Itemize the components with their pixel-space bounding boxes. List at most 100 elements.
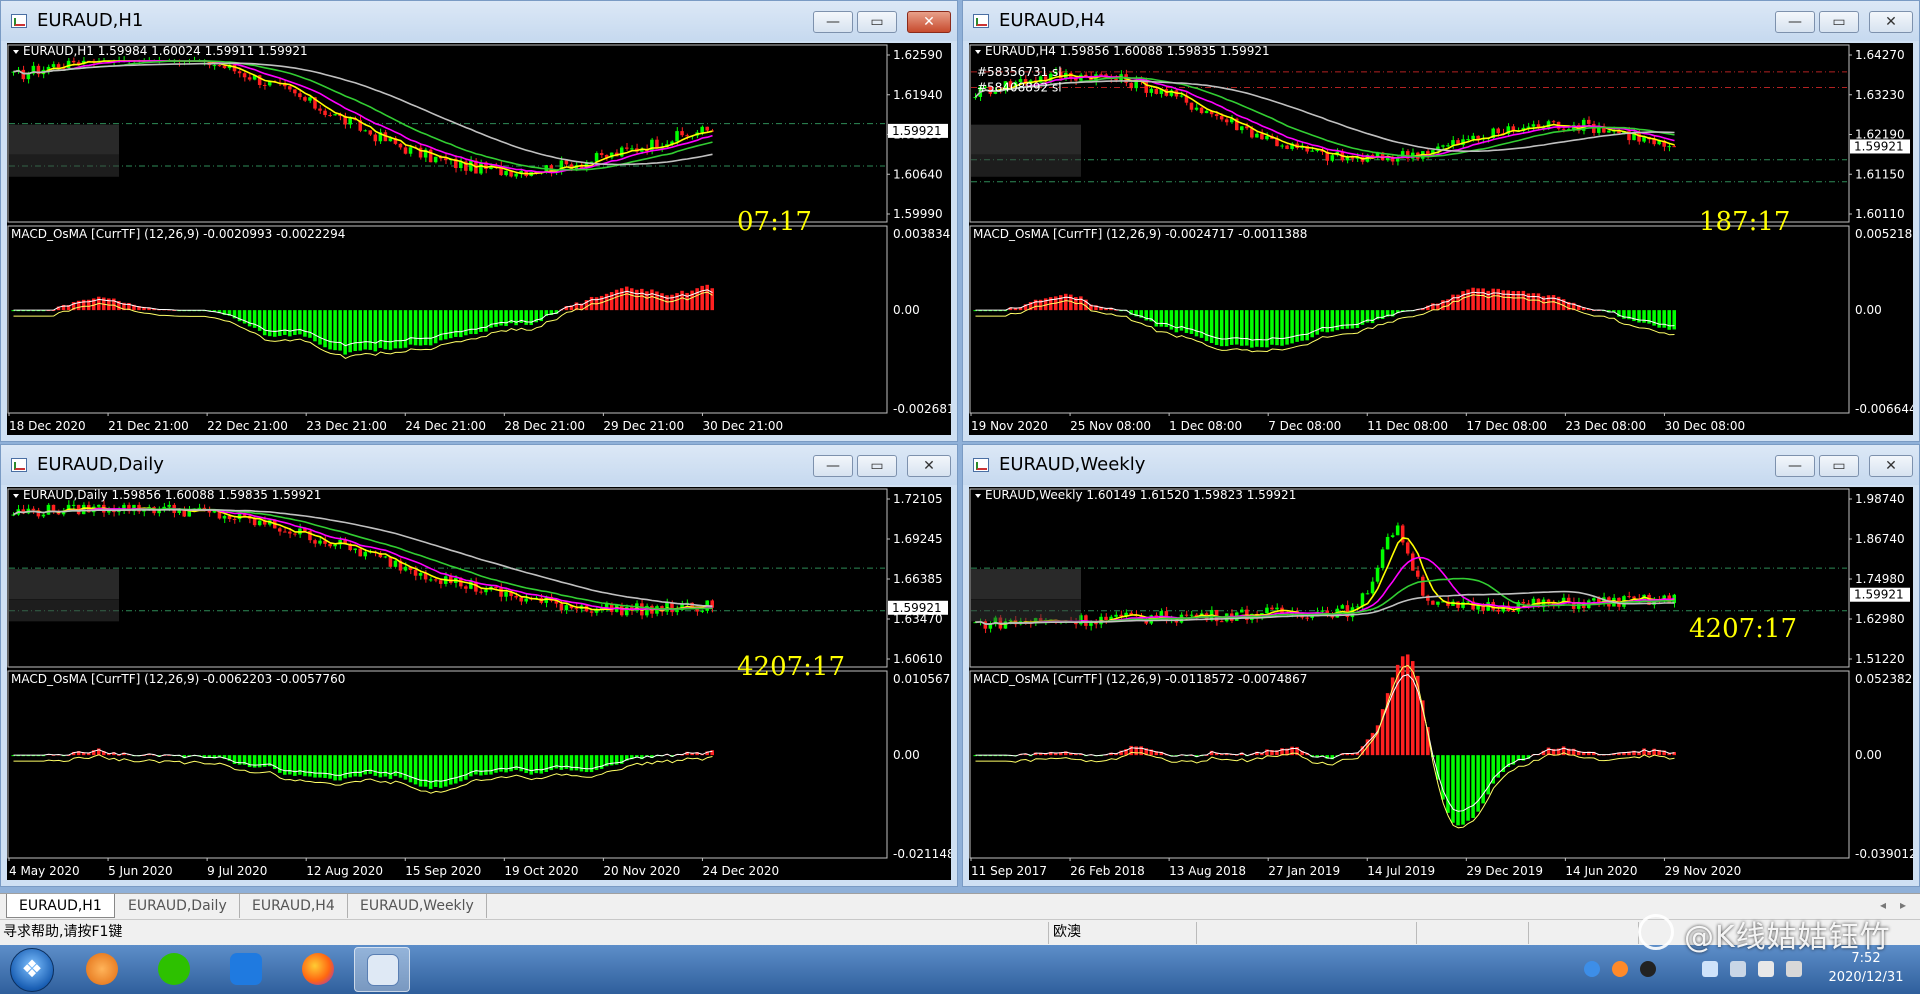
close-button[interactable]: ✕ — [907, 11, 951, 33]
close-button[interactable]: ✕ — [1869, 11, 1913, 33]
macd-histogram-bar — [479, 310, 483, 332]
candle-body — [1219, 621, 1224, 623]
candle-body — [1154, 88, 1159, 94]
candle-body — [1385, 536, 1390, 550]
minimize-button[interactable]: — — [1775, 455, 1815, 477]
macd-histogram-bar — [418, 755, 423, 787]
candle-body — [1365, 593, 1370, 595]
tab-scroll-right-icon[interactable]: ▸ — [1900, 898, 1906, 912]
taskbar-app-orange[interactable] — [74, 947, 130, 992]
macd-histogram-bar — [1471, 755, 1475, 818]
candle-body — [303, 97, 307, 101]
blurred-overlay — [971, 154, 1081, 177]
candle-body — [1421, 576, 1425, 596]
tray-orange-icon[interactable] — [1612, 961, 1628, 977]
start-button[interactable] — [10, 948, 54, 992]
candle-body — [464, 586, 468, 589]
window-titlebar[interactable]: EURAUD,H1 — ▭ ✕ — [1, 1, 957, 41]
tab-euraud-daily[interactable]: EURAUD,Daily — [116, 894, 240, 918]
candle-body — [257, 520, 262, 526]
taskbar-app-metatrader[interactable] — [354, 947, 410, 992]
macd-histogram-bar — [459, 310, 463, 338]
trading-terminal-icon — [367, 954, 399, 986]
macd-histogram-bar — [1184, 310, 1189, 333]
window-titlebar[interactable]: EURAUD,H4 — ▭ ✕ — [963, 1, 1919, 41]
candle-body — [71, 504, 76, 506]
candle-body — [1260, 133, 1264, 140]
macd-histogram-bar — [635, 289, 639, 311]
candle-body — [1265, 607, 1269, 614]
minimize-button[interactable]: — — [813, 455, 853, 477]
macd-scale-label: 0.0523829 — [1855, 672, 1913, 686]
close-button[interactable]: ✕ — [907, 455, 951, 477]
minimize-button[interactable]: — — [1775, 11, 1815, 33]
macd-histogram-bar — [433, 310, 438, 344]
taskbar-app-notes[interactable] — [218, 947, 274, 992]
dropdown-triangle-icon — [13, 494, 19, 498]
macd-histogram-bar — [1501, 290, 1506, 311]
chart-area[interactable]: EURAUD,Weekly 1.60149 1.61520 1.59823 1.… — [969, 487, 1913, 880]
maximize-button[interactable]: ▭ — [857, 11, 897, 33]
macd-histogram-bar — [112, 298, 116, 311]
macd-histogram-bar — [81, 299, 86, 311]
candle-body — [1531, 124, 1536, 127]
maximize-button[interactable]: ▭ — [1819, 455, 1859, 477]
candle-body — [1521, 601, 1526, 604]
tab-euraud-h1[interactable]: EURAUD,H1 — [6, 894, 115, 918]
maximize-button[interactable]: ▭ — [1819, 11, 1859, 33]
tray-signal-icon[interactable] — [1786, 961, 1802, 977]
tray-volume-muted-icon[interactable] — [1758, 961, 1774, 977]
macd-histogram-bar — [1250, 310, 1254, 348]
price-scale-label: 1.66385 — [893, 572, 943, 586]
chart-area[interactable]: EURAUD,Daily 1.59856 1.60088 1.59835 1.5… — [7, 487, 951, 880]
candle-body — [1456, 601, 1460, 608]
taskbar-app-wechat[interactable] — [146, 947, 202, 992]
candle-body — [1551, 121, 1556, 123]
maximize-button[interactable]: ▭ — [857, 455, 897, 477]
candle-body — [1270, 607, 1274, 610]
taskbar-app-firefox[interactable] — [290, 947, 346, 992]
macd-histogram-bar — [398, 310, 403, 349]
macd-histogram-bar — [293, 755, 297, 776]
macd-signal-line — [975, 674, 1675, 812]
chart-area[interactable]: EURAUD,H1 1.59984 1.60024 1.59911 1.5992… — [7, 43, 951, 435]
tray-shield-icon[interactable] — [1702, 961, 1718, 977]
window-titlebar[interactable]: EURAUD,Daily — ▭ ✕ — [1, 445, 957, 485]
tray-flag-icon[interactable] — [1730, 961, 1746, 977]
macd-histogram-bar — [519, 755, 523, 772]
window-titlebar[interactable]: EURAUD,Weekly — ▭ ✕ — [963, 445, 1919, 485]
time-axis-label: 29 Nov 2020 — [1664, 864, 1741, 878]
chart-window-weekly[interactable]: EURAUD,Weekly — ▭ ✕ EURAUD,Weekly 1.6014… — [962, 444, 1920, 887]
macd-histogram-bar — [1255, 310, 1259, 347]
macd-header-text: MACD_OsMA [CurrTF] (12,26,9) -0.0062203 … — [11, 672, 345, 686]
price-scale-label: 1.62590 — [893, 48, 943, 62]
watermark-logo-icon — [1638, 914, 1674, 950]
tab-euraud-h4[interactable]: EURAUD,H4 — [240, 894, 348, 918]
macd-histogram-bar — [1496, 288, 1500, 311]
chart-svg: EURAUD,H1 1.59984 1.60024 1.59911 1.5992… — [7, 44, 951, 433]
price-panel-frame — [7, 488, 888, 668]
macd-histogram-bar — [443, 755, 448, 787]
tab-euraud-weekly[interactable]: EURAUD,Weekly — [348, 894, 487, 918]
time-axis-label: 12 Aug 2020 — [306, 864, 383, 878]
macd-scale-label: 0.0038343 — [893, 227, 951, 241]
tray-penguin-icon[interactable] — [1640, 961, 1656, 977]
candle-body — [514, 173, 518, 177]
tray-network-icon[interactable] — [1584, 961, 1600, 977]
close-icon: ✕ — [1885, 458, 1897, 474]
macd-panel-frame — [969, 670, 1850, 859]
chart-window-h1[interactable]: EURAUD,H1 — ▭ ✕ EURAUD,H1 1.59984 1.6002… — [0, 0, 958, 442]
chart-window-daily[interactable]: EURAUD,Daily — ▭ ✕ EURAUD,Daily 1.59856 … — [0, 444, 958, 887]
macd-histogram-bar — [1179, 310, 1184, 331]
candle-body — [96, 504, 101, 507]
tab-scroll-left-icon[interactable]: ◂ — [1880, 898, 1886, 912]
minimize-button[interactable]: — — [813, 11, 853, 33]
macd-histogram-bar — [247, 310, 252, 327]
candle-body — [700, 126, 704, 133]
candle-body — [564, 605, 569, 611]
macd-histogram-bar — [1245, 310, 1249, 346]
close-button[interactable]: ✕ — [1869, 455, 1913, 477]
chart-window-h4[interactable]: EURAUD,H4 — ▭ ✕ EURAUD,H4 1.59856 1.6008… — [962, 0, 1920, 442]
chart-area[interactable]: EURAUD,H4 1.59856 1.60088 1.59835 1.5992… — [969, 43, 1913, 435]
macd-histogram-bar — [338, 755, 342, 781]
